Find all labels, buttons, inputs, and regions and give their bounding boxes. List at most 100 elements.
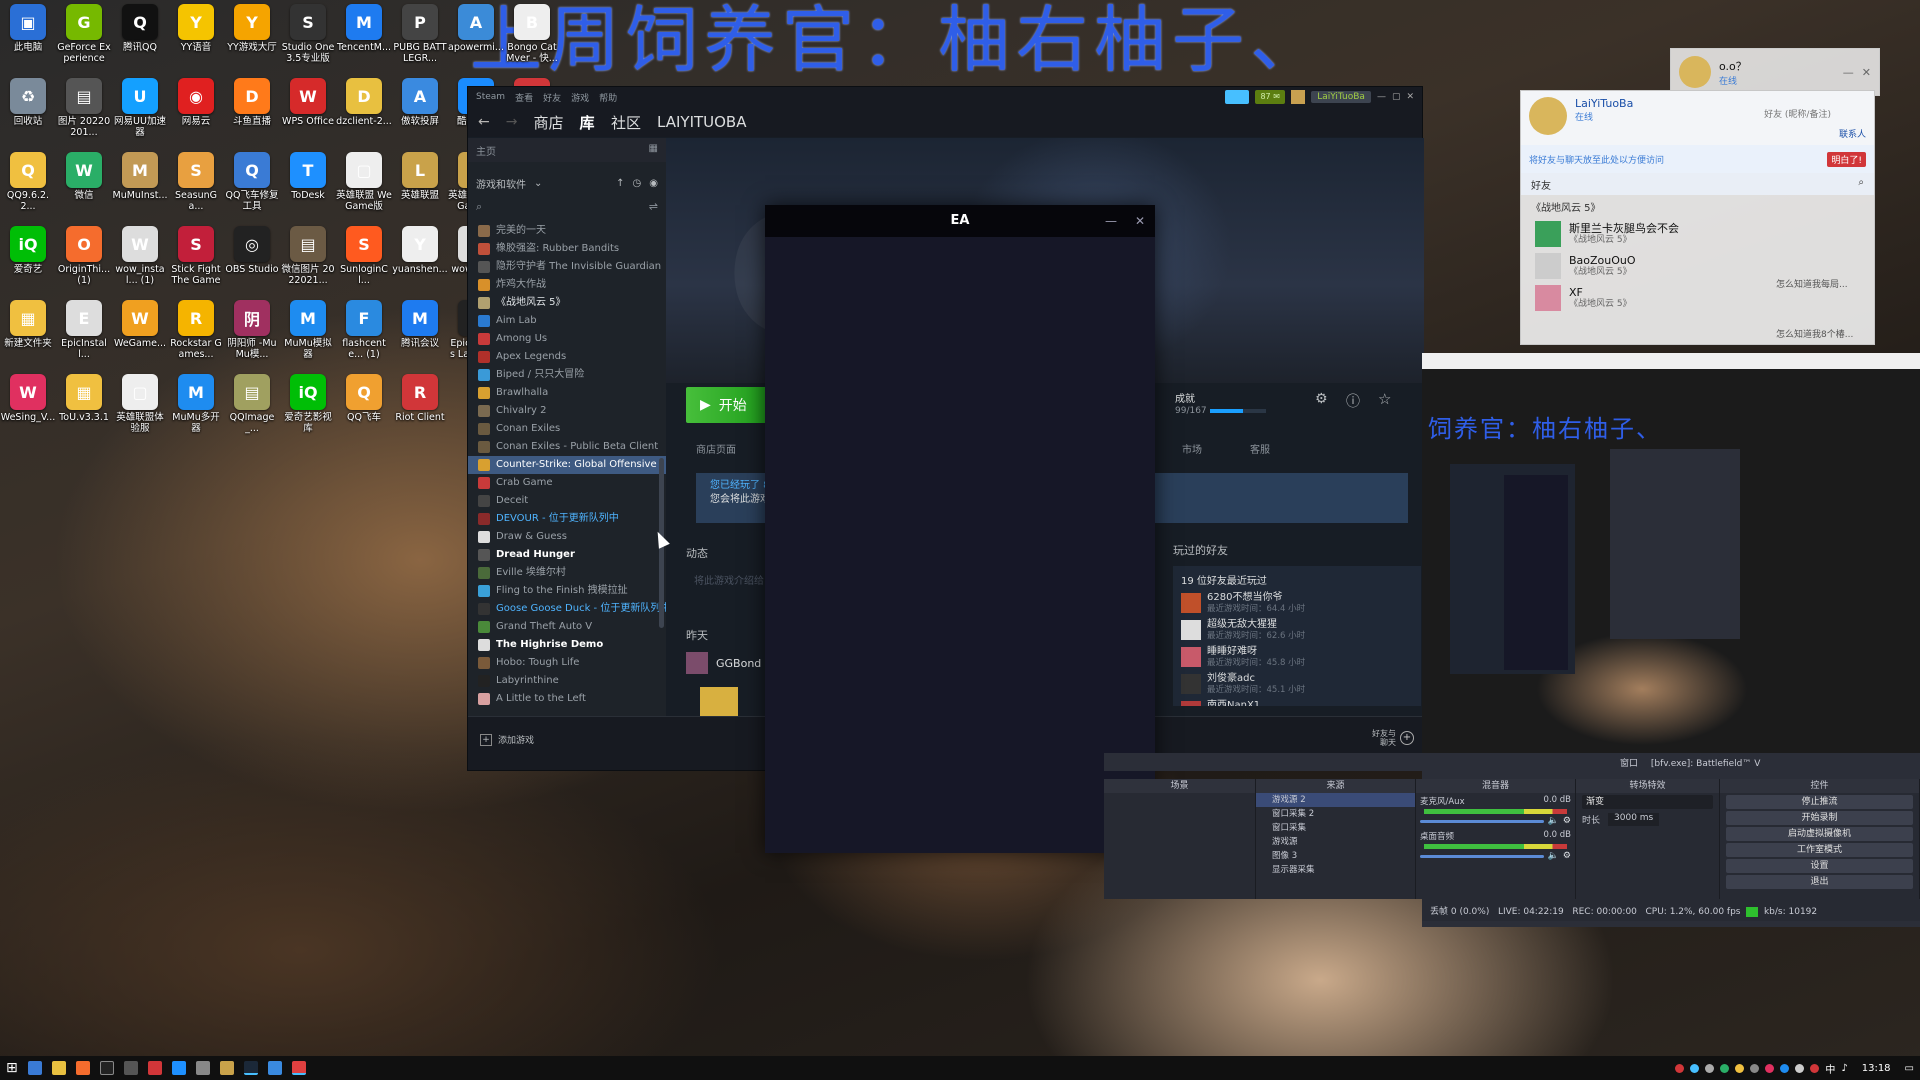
activity-input[interactable]: 将此游戏介绍给... xyxy=(694,572,774,587)
tray-icon[interactable] xyxy=(1810,1063,1820,1073)
desktop-icon[interactable]: R Riot Client xyxy=(392,374,448,423)
desktop-icon[interactable]: Fflashcente... (1) xyxy=(336,300,392,360)
game-list-item[interactable]: Dread Hunger xyxy=(468,546,666,564)
tray-icon[interactable] xyxy=(1750,1063,1760,1073)
desktop-icon[interactable]: Q QQ飞车修复工具 xyxy=(224,152,280,212)
tray-icon[interactable] xyxy=(1705,1063,1715,1073)
menu-games[interactable]: 游戏 xyxy=(571,91,589,104)
menu-steam[interactable]: Steam xyxy=(476,92,505,102)
game-list-item[interactable]: Conan Exiles xyxy=(468,420,666,438)
game-list-item[interactable]: Brawlhalla xyxy=(468,384,666,402)
game-list-item[interactable]: DEVOUR - 位于更新队列中 xyxy=(468,510,666,528)
menu-help[interactable]: 帮助 xyxy=(599,91,617,104)
play-button[interactable]: ▶ 开始 xyxy=(686,387,770,423)
desktop-icon[interactable]: U 网易UU加速器 xyxy=(112,78,168,138)
settings-gear-icon[interactable]: ⚙ xyxy=(1315,391,1328,407)
control-button[interactable]: 启动虚拟摄像机 xyxy=(1726,827,1913,841)
game-list-item[interactable]: 《战地风云 5》 xyxy=(468,294,666,312)
gear-icon[interactable]: ⚙ xyxy=(1563,851,1571,861)
close-icon[interactable]: ✕ xyxy=(1406,92,1414,102)
desktop-icon[interactable]: E EpicInstall... xyxy=(56,300,112,360)
desktop-icon[interactable]: G GeForce Experience xyxy=(56,4,112,64)
source-item[interactable]: 游戏源 xyxy=(1256,835,1415,849)
taskbar-app-icon[interactable] xyxy=(27,1061,42,1075)
speaker-icon[interactable]: 🔈 xyxy=(1548,816,1559,826)
tray-icon[interactable] xyxy=(1795,1063,1805,1073)
game-list-item[interactable]: 炸鸡大作战 xyxy=(468,276,666,294)
notifications-button[interactable]: 87 ✉ xyxy=(1255,90,1286,104)
desktop-icon[interactable]: iQ 爱奇艺 xyxy=(0,226,56,275)
clock-icon[interactable]: ◷ xyxy=(633,178,642,189)
desktop-icon[interactable]: ♻ 回收站 xyxy=(0,78,56,127)
desktop-icon[interactable]: ▦ ToU.v3.3.1 xyxy=(56,374,112,423)
desktop-icon[interactable]: W WPS Office xyxy=(280,78,336,127)
minimize-icon[interactable]: — xyxy=(1377,92,1386,102)
tray-icon[interactable] xyxy=(1720,1063,1730,1073)
desktop-icon[interactable]: Ddzclient-2... xyxy=(336,78,392,127)
game-list-item[interactable]: Chivalry 2 xyxy=(468,402,666,420)
desktop-icon[interactable]: Q QQ9.6.2.2... xyxy=(0,152,56,212)
taskbar-app-icon[interactable] xyxy=(147,1061,162,1075)
desktop-icon[interactable]: A 傲软投屏 xyxy=(392,78,448,127)
windows-start-icon[interactable]: ⊞ xyxy=(6,1060,18,1076)
desktop-icon[interactable]: Y YY游戏大厅 xyxy=(224,4,280,53)
game-list-item[interactable]: Counter-Strike: Global Offensive xyxy=(468,456,666,474)
nav-community[interactable]: 社区 xyxy=(611,112,641,133)
friend-played-row[interactable]: 刘俊豪adc 最近游戏时间：45.1 小时 xyxy=(1181,670,1413,697)
game-list-item[interactable]: 隐形守护者 The Invisible Guardian xyxy=(468,258,666,276)
taskbar-app-icon[interactable] xyxy=(75,1061,90,1075)
nav-profile[interactable]: LAIYITUOBA xyxy=(657,113,746,131)
desktop-icon[interactable]: ▦ 新建文件夹 xyxy=(0,300,56,349)
game-list-item[interactable]: Conan Exiles - Public Beta Client xyxy=(468,438,666,456)
game-list-item[interactable]: Grand Theft Auto V xyxy=(468,618,666,636)
search-icon[interactable]: ⌕ xyxy=(1858,177,1864,191)
ime-indicator[interactable]: 中 xyxy=(1825,1061,1835,1076)
taskbar-obs-icon[interactable] xyxy=(291,1061,306,1075)
game-list-item[interactable]: 完美的一天 xyxy=(468,222,666,240)
control-button[interactable]: 开始录制 xyxy=(1726,811,1913,825)
taskbar-app-icon[interactable] xyxy=(219,1061,234,1075)
obs-preview[interactable]: 饲养官：柚右柚子、 xyxy=(1422,369,1920,759)
desktop-icon[interactable]: M MuMu模拟器 xyxy=(280,300,336,360)
desktop-icon[interactable]: R Rockstar Games... xyxy=(168,300,224,360)
taskbar-app-icon[interactable] xyxy=(123,1061,138,1075)
friends-chat-button[interactable]: 好友与 聊天 xyxy=(1372,729,1396,747)
tray-icon[interactable] xyxy=(1780,1063,1790,1073)
game-list-item[interactable]: Draw & Guess xyxy=(468,528,666,546)
taskbar-app-icon[interactable] xyxy=(51,1061,66,1075)
tray-icon[interactable] xyxy=(1675,1063,1685,1073)
friend-played-row[interactable]: 6280不想当你爷 最近游戏时间：64.4 小时 xyxy=(1181,589,1413,616)
library-filter-dropdown[interactable]: 游戏和软件 ⌄ ↑ ◷ ◉ xyxy=(468,172,666,194)
desktop-icon[interactable]: S Studio One 3.5专业版 xyxy=(280,4,336,64)
source-item[interactable]: 图像 3 xyxy=(1256,849,1415,863)
broadcast-button[interactable] xyxy=(1225,90,1250,104)
tip-dismiss-button[interactable]: 明白了! xyxy=(1827,151,1866,167)
desktop-icon[interactable]: Q 腾讯QQ xyxy=(112,4,168,53)
tab-market[interactable]: 市场 xyxy=(1182,441,1202,456)
desktop-icon[interactable]: 阴阴阳师 -MuMu模... xyxy=(224,300,280,360)
game-list-item[interactable]: The Highrise Demo xyxy=(468,636,666,654)
desktop-icon[interactable]: D 斗鱼直播 xyxy=(224,78,280,127)
tray-icon[interactable] xyxy=(1765,1063,1775,1073)
desktop-icon[interactable]: ◉ 网易云 xyxy=(168,78,224,127)
friends-username[interactable]: LaiYiTuoBa xyxy=(1575,97,1633,110)
desktop-icon[interactable]: ▢ 英雄联盟 WeGame版 xyxy=(336,152,392,212)
notification-icon[interactable]: ▭ xyxy=(1905,1063,1914,1074)
desktop-icon[interactable]: M MuMu多开器 xyxy=(168,374,224,434)
game-list-item[interactable]: Eville 埃维尔村 xyxy=(468,564,666,582)
desktop-icon[interactable]: L 英雄联盟 xyxy=(392,152,448,201)
nav-library[interactable]: 库 xyxy=(579,112,595,133)
taskbar-app-icon[interactable] xyxy=(171,1061,186,1075)
forward-arrow-icon[interactable]: → xyxy=(506,114,518,130)
account-menu[interactable]: LaiYiTuoBa xyxy=(1311,91,1371,103)
taskbar-app-icon[interactable] xyxy=(195,1061,210,1075)
add-game-button[interactable]: + 添加游戏 xyxy=(480,733,534,746)
friend-played-row[interactable]: 超级无敌大猩猩 最近游戏时间：62.6 小时 xyxy=(1181,616,1413,643)
game-list-item[interactable]: Fling to the Finish 拽模拉扯 xyxy=(468,582,666,600)
avatar[interactable] xyxy=(1529,97,1567,135)
desktop-icon[interactable]: S Stick Fight The Game xyxy=(168,226,224,286)
library-search[interactable]: ⌕ ⇌ xyxy=(468,198,666,218)
menu-view[interactable]: 查看 xyxy=(515,91,533,104)
maximize-icon[interactable]: ▢ xyxy=(1392,92,1401,102)
friend-played-row[interactable]: 南西NanX1最近游戏时间：30.5 小时 xyxy=(1181,697,1413,706)
